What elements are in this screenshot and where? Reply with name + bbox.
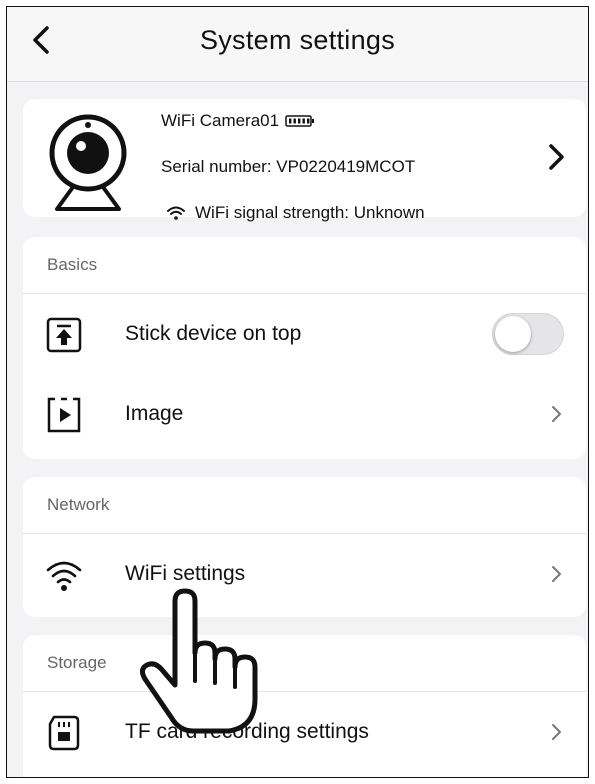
- signal-strength-row: WiFi signal strength: Unknown: [167, 203, 425, 223]
- nav-bar: System settings: [7, 7, 588, 82]
- settings-screen: System settings WiFi Camera01 Serial num…: [6, 6, 589, 778]
- device-card[interactable]: WiFi Camera01 Serial number: VP0220419MC…: [23, 99, 586, 222]
- storage-section: Storage TF card recording settings: [23, 635, 586, 777]
- device-name: WiFi Camera01: [161, 111, 280, 130]
- toggle-knob: [495, 316, 531, 352]
- play-frame-icon: [47, 397, 81, 433]
- chevron-right-icon: [552, 724, 561, 740]
- page-title: System settings: [199, 25, 396, 55]
- pin-top-icon: [46, 317, 82, 353]
- image-label: Image: [125, 402, 184, 425]
- network-section: Network WiFi settings: [23, 477, 586, 617]
- battery-icon: [285, 115, 315, 127]
- serial-number: Serial number: VP0220419MCOT: [161, 157, 416, 176]
- basics-section: Basics Stick device on top Image: [23, 237, 586, 459]
- chevron-right-icon: [552, 406, 561, 422]
- section-header-storage: Storage: [23, 635, 586, 692]
- signal-strength-label: WiFi signal strength: Unknown: [195, 203, 425, 222]
- section-header-basics: Basics: [23, 237, 586, 294]
- chevron-right-icon: [552, 566, 561, 582]
- wifi-icon: [167, 206, 185, 220]
- image-row[interactable]: Image: [23, 374, 586, 454]
- tf-card-label: TF card recording settings: [125, 720, 369, 743]
- sd-card-icon: [48, 715, 80, 751]
- wifi-icon: [46, 561, 82, 591]
- device-name-row: WiFi Camera01: [161, 111, 315, 131]
- stick-on-top-row: Stick device on top: [23, 294, 586, 374]
- stick-on-top-toggle[interactable]: [492, 313, 564, 355]
- stick-on-top-label: Stick device on top: [125, 322, 302, 345]
- tf-card-row[interactable]: TF card recording settings: [23, 692, 586, 772]
- wifi-settings-label: WiFi settings: [125, 562, 246, 585]
- camera-icon: [49, 114, 127, 211]
- section-header-network: Network: [23, 477, 586, 534]
- wifi-settings-row[interactable]: WiFi settings: [23, 534, 586, 614]
- chevron-right-icon[interactable]: [546, 143, 566, 171]
